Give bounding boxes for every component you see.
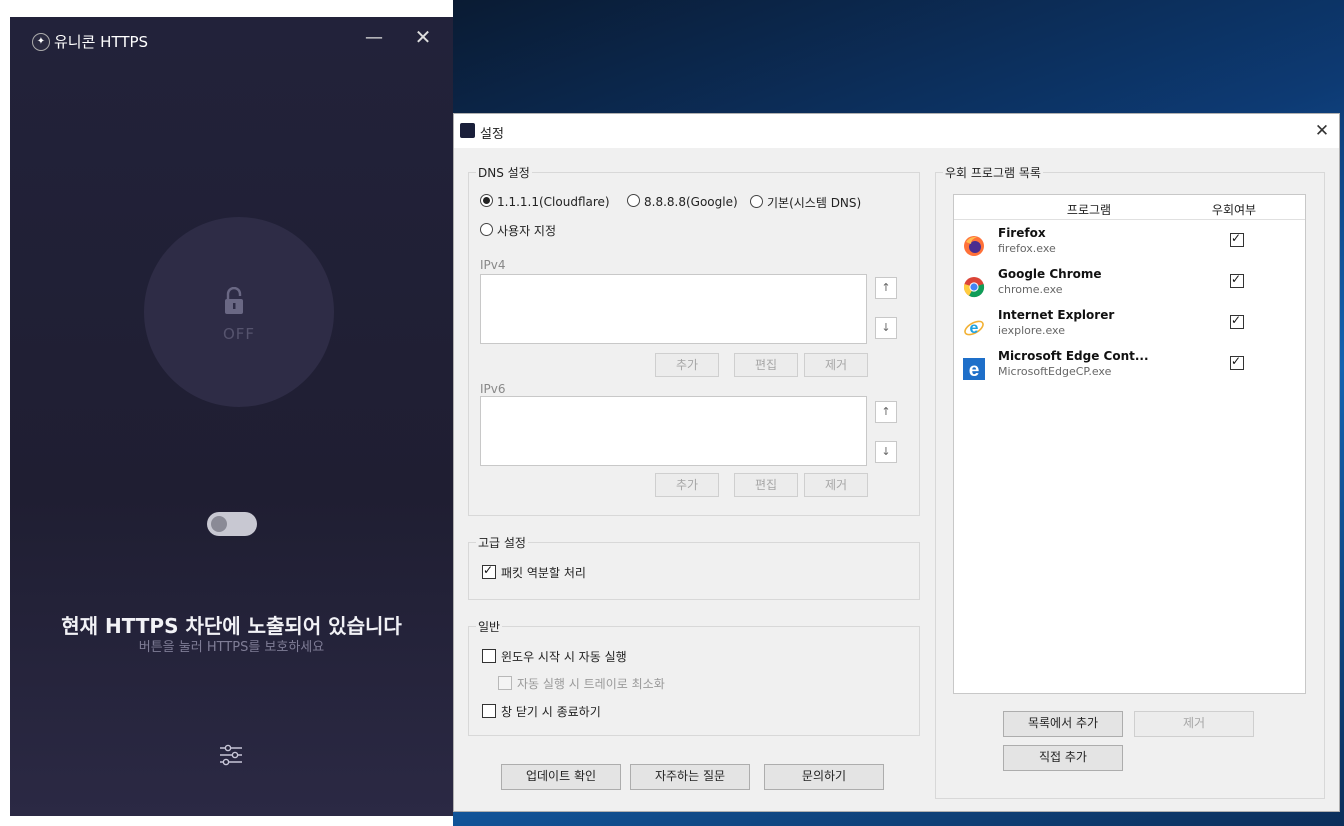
radio-label: 기본(시스템 DNS) (767, 196, 862, 210)
dns-option-system[interactable]: 기본(시스템 DNS) (750, 194, 861, 211)
sliders-icon[interactable] (217, 743, 245, 767)
bypass-checkbox[interactable] (1230, 354, 1244, 370)
power-state-label: OFF (222, 325, 256, 343)
status-subtext: 버튼을 눌러 HTTPS를 보호하세요 (138, 640, 325, 655)
remove-program-button[interactable]: 제거 (1134, 711, 1254, 737)
protection-toggle[interactable] (207, 512, 257, 536)
program-row[interactable]: Firefox firefox.exe (954, 225, 1305, 265)
program-row[interactable]: e Internet Explorer iexplore.exe (954, 307, 1305, 347)
program-exe: MicrosoftEdgeCP.exe (998, 365, 1112, 378)
ipv6-label: IPv6 (480, 382, 506, 396)
dns-option-google[interactable]: 8.8.8.8(Google) (627, 194, 738, 209)
svg-text:e: e (970, 320, 979, 337)
general-group-label: 일반 (476, 618, 503, 635)
program-row[interactable]: Google Chrome chrome.exe (954, 266, 1305, 306)
ipv6-edit-button[interactable]: 편집 (734, 473, 798, 497)
radio-selected-icon (480, 194, 493, 207)
check-update-button[interactable]: 업데이트 확인 (501, 764, 621, 790)
ie-icon: e (964, 320, 984, 337)
add-from-list-button[interactable]: 목록에서 추가 (1003, 711, 1123, 737)
checkbox-label: 자동 실행 시 트레이로 최소화 (517, 677, 665, 691)
checkbox-label: 패킷 역분할 처리 (501, 566, 586, 580)
header-divider (954, 219, 1305, 220)
ipv4-move-down-button[interactable]: ↓ (875, 317, 897, 339)
auto-start-checkbox[interactable]: 윈도우 시작 시 자동 실행 (482, 648, 627, 665)
program-row[interactable]: e Microsoft Edge Cont... MicrosoftEdgeCP… (954, 348, 1305, 388)
firefox-icon (964, 236, 984, 256)
ipv6-move-down-button[interactable]: ↓ (875, 441, 897, 463)
svg-text:e: e (969, 360, 980, 380)
dns-option-custom[interactable]: 사용자 지정 (480, 222, 556, 239)
toggle-knob (211, 516, 227, 532)
radio-label: 1.1.1.1(Cloudflare) (497, 195, 610, 209)
ipv4-move-up-button[interactable]: ↑ (875, 277, 897, 299)
chrome-icon (963, 277, 985, 298)
settings-app-icon (460, 123, 475, 138)
minimize-button[interactable]: — (363, 27, 385, 49)
radio-icon (480, 223, 493, 236)
column-header-program[interactable]: 프로그램 (1014, 201, 1164, 218)
ipv4-list[interactable] (480, 274, 867, 344)
contact-button[interactable]: 문의하기 (764, 764, 884, 790)
settings-dialog: 설정 ✕ DNS 설정 1.1.1.1(Cloudflare) 8.8.8.8(… (453, 113, 1340, 812)
unicorn-window: ✦ 유니콘 HTTPS — ✕ OFF 현재 HTTPS 차단에 노출되어 있습… (10, 17, 453, 816)
unicorn-title: 유니콘 HTTPS (54, 33, 149, 51)
radio-label: 8.8.8.8(Google) (644, 195, 738, 209)
checkbox-checked-icon (482, 563, 496, 579)
program-exe: chrome.exe (998, 283, 1063, 296)
program-name: Microsoft Edge Cont... (998, 349, 1149, 363)
ipv6-remove-button[interactable]: 제거 (804, 473, 868, 497)
ipv4-edit-button[interactable]: 편집 (734, 353, 798, 377)
faq-button[interactable]: 자주하는 질문 (630, 764, 750, 790)
packet-fragment-checkbox[interactable]: 패킷 역분할 처리 (482, 563, 586, 581)
ipv4-add-button[interactable]: 추가 (655, 353, 719, 377)
checkbox-icon (482, 704, 496, 718)
program-exe: firefox.exe (998, 242, 1056, 255)
ipv4-label: IPv4 (480, 258, 506, 272)
checkbox-label: 윈도우 시작 시 자동 실행 (501, 650, 627, 664)
column-header-bypass[interactable]: 우회여부 (1208, 201, 1260, 218)
program-name: Google Chrome (998, 267, 1102, 281)
ipv6-list[interactable] (480, 396, 867, 466)
checkbox-label: 창 닫기 시 종료하기 (501, 705, 601, 719)
close-button[interactable]: ✕ (412, 25, 434, 49)
protection-power-button[interactable]: OFF (144, 217, 334, 407)
dialog-title: 설정 (480, 127, 504, 142)
radio-icon (627, 194, 640, 207)
unicorn-titlebar: ✦ 유니콘 HTTPS — ✕ (10, 17, 453, 65)
dialog-titlebar: 설정 ✕ (454, 114, 1339, 148)
bypass-checkbox[interactable] (1230, 313, 1244, 329)
ipv6-add-button[interactable]: 추가 (655, 473, 719, 497)
advanced-group-label: 고급 설정 (476, 534, 528, 551)
bypass-program-list[interactable]: 프로그램 우회여부 Firefox firefox.exe Google Chr… (953, 194, 1306, 694)
radio-label: 사용자 지정 (497, 224, 557, 238)
program-exe: iexplore.exe (998, 324, 1065, 337)
unlocked-icon (225, 287, 243, 314)
radio-icon (750, 195, 763, 208)
program-name: Firefox (998, 226, 1046, 240)
ipv6-move-up-button[interactable]: ↑ (875, 401, 897, 423)
bypass-group-label: 우회 프로그램 목록 (943, 164, 1043, 181)
status-heading: 현재 HTTPS 차단에 노출되어 있습니다 (61, 614, 402, 638)
dns-group-label: DNS 설정 (476, 164, 532, 181)
add-direct-button[interactable]: 직접 추가 (1003, 745, 1123, 771)
bypass-checkbox[interactable] (1230, 272, 1244, 288)
bypass-checkbox[interactable] (1230, 231, 1244, 247)
dialog-close-button[interactable]: ✕ (1312, 121, 1332, 141)
ipv4-remove-button[interactable]: 제거 (804, 353, 868, 377)
unicorn-app-icon: ✦ (32, 33, 50, 51)
dns-option-cloudflare[interactable]: 1.1.1.1(Cloudflare) (480, 194, 610, 209)
close-exit-checkbox[interactable]: 창 닫기 시 종료하기 (482, 703, 601, 720)
checkbox-disabled-icon (498, 676, 512, 690)
minimize-tray-checkbox[interactable]: 자동 실행 시 트레이로 최소화 (498, 675, 665, 692)
program-name: Internet Explorer (998, 308, 1115, 322)
edge-icon: e (963, 358, 985, 380)
checkbox-icon (482, 649, 496, 663)
